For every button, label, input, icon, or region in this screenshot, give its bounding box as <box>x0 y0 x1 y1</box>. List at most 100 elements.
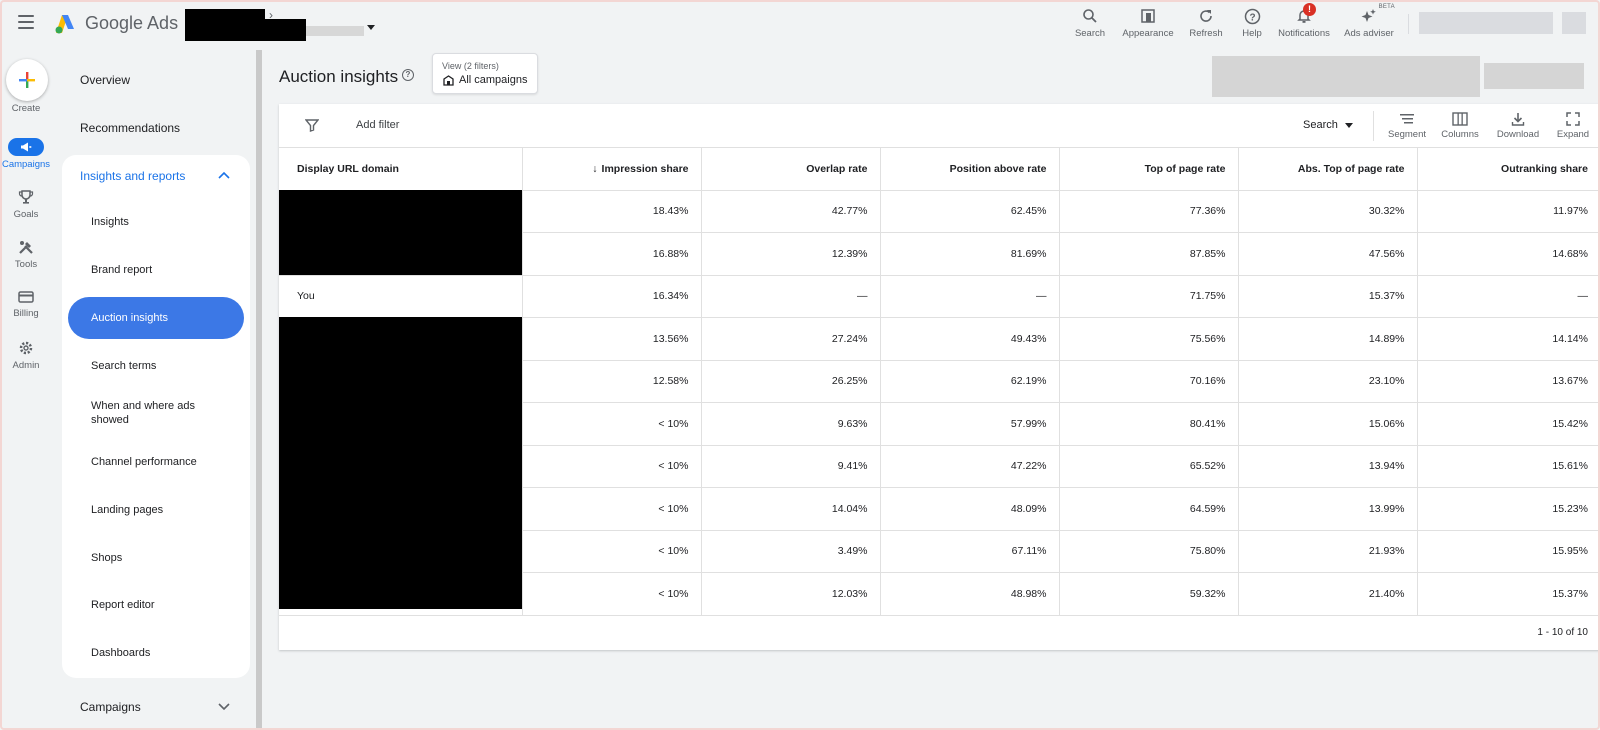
nav-insights-and-reports[interactable]: Insights and reports <box>80 169 185 183</box>
cell-value: 11.97% <box>1417 190 1600 233</box>
toolbar-search[interactable]: Search <box>1072 4 1108 39</box>
cell-value: 26.25% <box>701 360 881 403</box>
toolbar-help[interactable]: ? Help <box>1238 4 1266 39</box>
rail-goals[interactable]: Goals <box>0 189 52 220</box>
cell-value: 14.04% <box>701 487 881 531</box>
column-header-position-above-rate[interactable]: Position above rate <box>880 148 1060 191</box>
account-subtitle-redacted <box>306 26 364 36</box>
filter-icon[interactable] <box>305 118 319 132</box>
date-range-redacted[interactable] <box>1212 56 1480 97</box>
account-id-redacted[interactable] <box>185 19 306 41</box>
add-filter-button[interactable]: Add filter <box>356 119 399 131</box>
nav-landing-pages[interactable]: Landing pages <box>91 503 163 517</box>
rail-billing[interactable]: Billing <box>0 290 52 319</box>
segment-value: Search <box>1303 119 1338 131</box>
column-header-overlap-rate[interactable]: Overlap rate <box>701 148 881 191</box>
avatar-redacted[interactable] <box>1562 12 1586 34</box>
nav-search-terms[interactable]: Search terms <box>91 359 156 373</box>
columns-icon <box>1452 112 1468 126</box>
cell-value: 3.49% <box>701 530 881 573</box>
rail-admin[interactable]: Admin <box>0 340 52 371</box>
menu-icon[interactable] <box>18 15 34 29</box>
rail-tools[interactable]: Tools <box>0 239 52 270</box>
cell-value: 15.06% <box>1238 402 1418 446</box>
rail-campaigns[interactable]: Campaigns <box>0 138 52 170</box>
help-icon: ? <box>1244 8 1260 24</box>
chevron-up-icon[interactable] <box>218 171 230 179</box>
cell-value: 23.10% <box>1238 360 1418 403</box>
cell-value: 14.68% <box>1417 232 1600 276</box>
filter-bar-divider <box>1373 111 1374 141</box>
domain-redacted <box>279 317 522 609</box>
cell-value: 49.43% <box>880 317 1060 361</box>
create-button[interactable] <box>6 59 48 101</box>
segment-button[interactable]: Segment <box>1387 109 1427 140</box>
cell-domain: You <box>279 275 523 318</box>
chevron-down-icon[interactable] <box>218 703 230 711</box>
nav-insights[interactable]: Insights <box>91 215 129 229</box>
nav-dashboards[interactable]: Dashboards <box>91 646 150 660</box>
nav-scrollbar[interactable] <box>256 50 262 730</box>
help-icon[interactable]: ? <box>402 69 414 81</box>
account-dropdown-icon[interactable] <box>367 25 375 30</box>
cell-value: < 10% <box>522 445 702 488</box>
nav-overview[interactable]: Overview <box>80 73 130 87</box>
expand-button[interactable]: Expand <box>1555 109 1591 140</box>
beta-tag: BETA <box>1378 4 1395 10</box>
toolbar-divider <box>1408 14 1409 34</box>
cell-value: 12.58% <box>522 360 702 403</box>
nav-shops[interactable]: Shops <box>91 551 122 565</box>
sort-down-icon: ↓ <box>592 162 598 175</box>
nav-report-editor[interactable]: Report editor <box>91 598 155 612</box>
nav-auction-insights[interactable]: Auction insights <box>91 311 168 325</box>
segment-dropdown[interactable]: Search <box>1303 119 1353 131</box>
compare-redacted[interactable] <box>1484 63 1584 89</box>
cell-value: 13.99% <box>1238 487 1418 531</box>
column-header-abs-top-of-page-rate[interactable]: Abs. Top of page rate <box>1238 148 1418 191</box>
column-header-domain[interactable]: Display URL domain <box>279 148 523 191</box>
download-button[interactable]: Download <box>1496 109 1540 140</box>
column-header-top-of-page-rate[interactable]: Top of page rate <box>1059 148 1239 191</box>
auction-insights-card: Add filter Search Segment Columns Downlo… <box>279 104 1600 650</box>
nav-brand-report[interactable]: Brand report <box>91 263 152 277</box>
cell-value: 42.77% <box>701 190 881 233</box>
column-header-impression-share[interactable]: ↓ Impression share <box>522 148 702 191</box>
view-filter-value: All campaigns <box>459 74 528 86</box>
cell-value: 21.93% <box>1238 530 1418 573</box>
nav-channel-performance[interactable]: Channel performance <box>91 455 197 469</box>
cell-value: < 10% <box>522 402 702 446</box>
table-row[interactable]: You 16.34% — —71.75% 15.37% — <box>279 275 1600 318</box>
cell-value: 70.16% <box>1059 360 1239 403</box>
rail-label: Admin <box>12 360 40 371</box>
cell-value: 15.42% <box>1417 402 1600 446</box>
column-header-outranking-share[interactable]: Outranking share <box>1417 148 1600 191</box>
cell-value: 57.99% <box>880 402 1060 446</box>
nav-campaigns[interactable]: Campaigns <box>80 700 141 714</box>
cell-value: 18.43% <box>522 190 702 233</box>
trophy-icon <box>18 190 34 204</box>
cell-value: 12.39% <box>701 232 881 276</box>
cell-value: 21.40% <box>1238 572 1418 616</box>
tool-label: Expand <box>1556 129 1590 140</box>
appearance-icon <box>1141 9 1155 23</box>
toolbar-refresh[interactable]: Refresh <box>1187 4 1225 39</box>
cell-value: 15.95% <box>1417 530 1600 573</box>
view-filter-button[interactable]: View (2 filters) All campaigns <box>432 53 538 94</box>
pagination-text: 1 - 10 of 10 <box>1537 627 1588 638</box>
columns-button[interactable]: Columns <box>1439 109 1481 140</box>
rail-label: Billing <box>13 308 39 319</box>
nav-recommendations[interactable]: Recommendations <box>80 121 180 135</box>
toolbar-notifications[interactable]: ! Notifications <box>1276 3 1332 39</box>
nav-when-where-ads-showed[interactable]: When and where ads showed <box>91 399 211 427</box>
chevron-right-icon: › <box>269 8 273 22</box>
cell-value: 64.59% <box>1059 487 1239 531</box>
user-info-redacted[interactable] <box>1419 12 1553 34</box>
dropdown-caret-icon <box>1344 122 1353 128</box>
toolbar-ads-adviser[interactable]: BETA Ads adviser <box>1343 4 1395 39</box>
domain-redacted <box>279 190 522 275</box>
cell-value: 13.94% <box>1238 445 1418 488</box>
tool-label: Download <box>1496 129 1540 140</box>
toolbar-appearance[interactable]: Appearance <box>1120 4 1176 39</box>
create-label: Create <box>11 103 41 114</box>
rail-label: Goals <box>13 209 39 220</box>
